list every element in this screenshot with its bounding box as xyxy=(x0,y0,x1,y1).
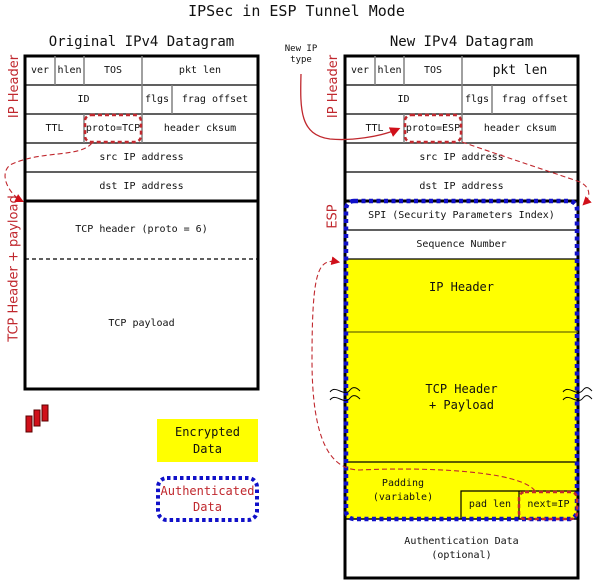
next-ip-highlight xyxy=(517,490,579,521)
red-bars-icon xyxy=(25,404,49,433)
break-marks xyxy=(329,387,593,402)
diagram-lines xyxy=(4,54,593,580)
original-frame xyxy=(23,54,260,391)
new-ip-type-arrow xyxy=(300,73,401,141)
authenticated-region-border xyxy=(343,198,580,522)
proto-esp-highlight xyxy=(403,113,463,144)
proto-esp-to-spi-arrow xyxy=(461,141,592,206)
legend-authenticated-border xyxy=(156,476,259,522)
proto-tcp-highlight xyxy=(83,113,143,144)
